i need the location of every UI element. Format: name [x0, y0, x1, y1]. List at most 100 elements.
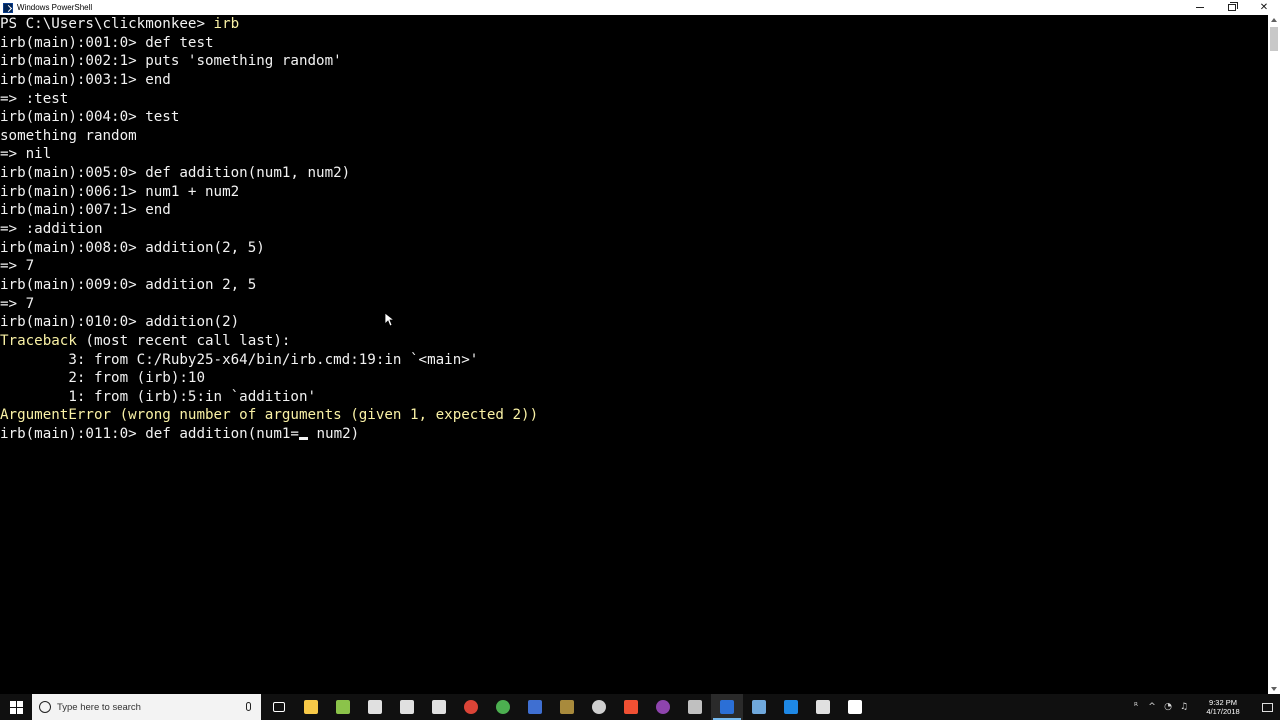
mouse-pointer-icon [385, 313, 395, 327]
console-line: irb(main):001:0> def test [0, 34, 214, 51]
traceback-text: (most recent call last): [76, 332, 291, 349]
powershell-icon [3, 2, 13, 13]
console-line: => :addition [0, 221, 103, 238]
cmd-icon [688, 700, 702, 714]
console-output[interactable]: PS C:\Users\clickmonkee> irb irb(main):0… [0, 15, 1268, 694]
taskbar-app-store[interactable] [391, 694, 423, 720]
console-line: irb(main):010:0> addition(2) [0, 314, 240, 331]
console-line: irb(main):004:0> test [0, 109, 180, 126]
window-app-icon [816, 700, 830, 714]
console-line: 2: from (irb):10 [0, 370, 205, 387]
command-text: irb [213, 16, 240, 32]
notepad-plus-icon [336, 700, 350, 714]
minimize-icon [1196, 7, 1204, 8]
close-icon: ✕ [1259, 2, 1269, 13]
taskbar-app-obs[interactable] [583, 694, 615, 720]
calculator-icon [368, 700, 382, 714]
title-bar: Windows PowerShell ✕ [0, 0, 1280, 15]
console-line: 3: from C:/Ruby25-x64/bin/irb.cmd:19:in … [0, 351, 479, 368]
people-icon[interactable]: ᴿ [1128, 694, 1144, 720]
taskbar-app-window-app[interactable] [807, 694, 839, 720]
windows-logo-icon [9, 700, 23, 714]
taskbar-app-git[interactable] [615, 694, 647, 720]
console-line: irb(main):006:1> num1 + num2 [0, 183, 240, 200]
console-line: irb(main):007:1> end [0, 202, 171, 219]
clock-date: 4/17/2018 [1206, 707, 1240, 716]
thunderbird-icon [752, 700, 766, 714]
clock-time: 9:32 PM [1209, 698, 1237, 707]
scroll-up-icon[interactable] [1271, 18, 1277, 22]
input-text-after: num2) [307, 426, 360, 443]
console-line: 1: from (irb):5:in `addition' [0, 388, 317, 405]
taskbar-app-chrome[interactable] [455, 694, 487, 720]
console-line: irb(main):002:1> puts 'something random' [0, 53, 342, 70]
vscode-icon [784, 700, 798, 714]
restore-icon [1228, 2, 1238, 11]
scroll-thumb[interactable] [1270, 27, 1278, 51]
taskbar-app-file-explorer[interactable] [295, 694, 327, 720]
action-center-button[interactable] [1254, 694, 1280, 720]
vertical-scrollbar[interactable] [1268, 15, 1280, 694]
minimize-button[interactable] [1184, 0, 1216, 15]
taskbar-app-calculator[interactable] [359, 694, 391, 720]
volume-icon[interactable]: ♫ [1176, 694, 1192, 720]
maximize-button[interactable] [1216, 0, 1248, 15]
window-title: Windows PowerShell [17, 3, 93, 12]
xbox-icon [496, 700, 510, 714]
console-line: Traceback (most recent call last): [0, 332, 1268, 351]
obs-icon [592, 700, 606, 714]
search-placeholder: Type here to search [57, 701, 141, 713]
network-icon[interactable]: ◔ [1160, 694, 1176, 720]
taskbar-app-video-editor[interactable] [839, 694, 871, 720]
taskbar-app-powershell[interactable] [711, 694, 743, 720]
taskbar-app-mail[interactable] [423, 694, 455, 720]
prompt-text: PS C:\Users\clickmonkee> [0, 16, 214, 32]
traceback-label: Traceback [0, 332, 77, 349]
taskbar-app-cmd[interactable] [679, 694, 711, 720]
chrome-icon [464, 700, 478, 714]
taskbar-app-gimp[interactable] [551, 694, 583, 720]
system-tray: ᴿ ^ ◔ ♫ 9:32 PM 4/17/2018 [1128, 694, 1280, 720]
video-editor-icon [848, 700, 862, 714]
store-icon [400, 700, 414, 714]
git-icon [624, 700, 638, 714]
taskbar-app-notepad-plus[interactable] [327, 694, 359, 720]
console-line: irb(main):005:0> def addition(num1, num2… [0, 165, 351, 182]
cortana-icon [39, 701, 51, 713]
window-controls: ✕ [1184, 0, 1280, 15]
console-line: => :test [0, 90, 69, 107]
powershell-icon [720, 700, 734, 714]
taskbar: Type here to search ᴿ ^ ◔ ♫ 9:32 PM 4/17… [0, 694, 1280, 720]
console-line: PS C:\Users\clickmonkee> irb [0, 15, 1268, 34]
taskbar-app-circle-app[interactable] [647, 694, 679, 720]
close-button[interactable]: ✕ [1248, 0, 1280, 15]
console-line: => 7 [0, 258, 35, 275]
console-line: => 7 [0, 295, 35, 312]
mail-icon [432, 700, 446, 714]
input-text: irb(main):011:0> def addition(num1= [0, 426, 299, 443]
chevron-up-icon[interactable]: ^ [1144, 694, 1160, 720]
taskbar-app-thunderbird[interactable] [743, 694, 775, 720]
console-line: irb(main):003:1> end [0, 71, 171, 88]
notification-icon [1261, 702, 1273, 712]
taskbar-app-app-blue[interactable] [519, 694, 551, 720]
taskbar-search-box[interactable]: Type here to search [32, 694, 261, 720]
taskbar-apps [263, 694, 871, 720]
text-cursor [298, 437, 308, 441]
app-blue-icon [528, 700, 542, 714]
console-input-line[interactable]: irb(main):011:0> def addition(num1= num2… [0, 425, 1268, 444]
console-line: irb(main):009:0> addition 2, 5 [0, 276, 257, 293]
gimp-icon [560, 700, 574, 714]
microphone-icon[interactable] [246, 702, 251, 711]
console-line: => nil [0, 146, 52, 163]
start-button[interactable] [0, 694, 32, 720]
taskbar-app-xbox[interactable] [487, 694, 519, 720]
error-line: ArgumentError (wrong number of arguments… [0, 407, 539, 424]
scroll-down-icon[interactable] [1271, 687, 1277, 691]
task-view-icon [273, 702, 285, 712]
console-line: irb(main):008:0> addition(2, 5) [0, 239, 265, 256]
taskbar-clock[interactable]: 9:32 PM 4/17/2018 [1192, 698, 1254, 716]
taskbar-app-vscode[interactable] [775, 694, 807, 720]
taskbar-app-task-view[interactable] [263, 694, 295, 720]
file-explorer-icon [304, 700, 318, 714]
